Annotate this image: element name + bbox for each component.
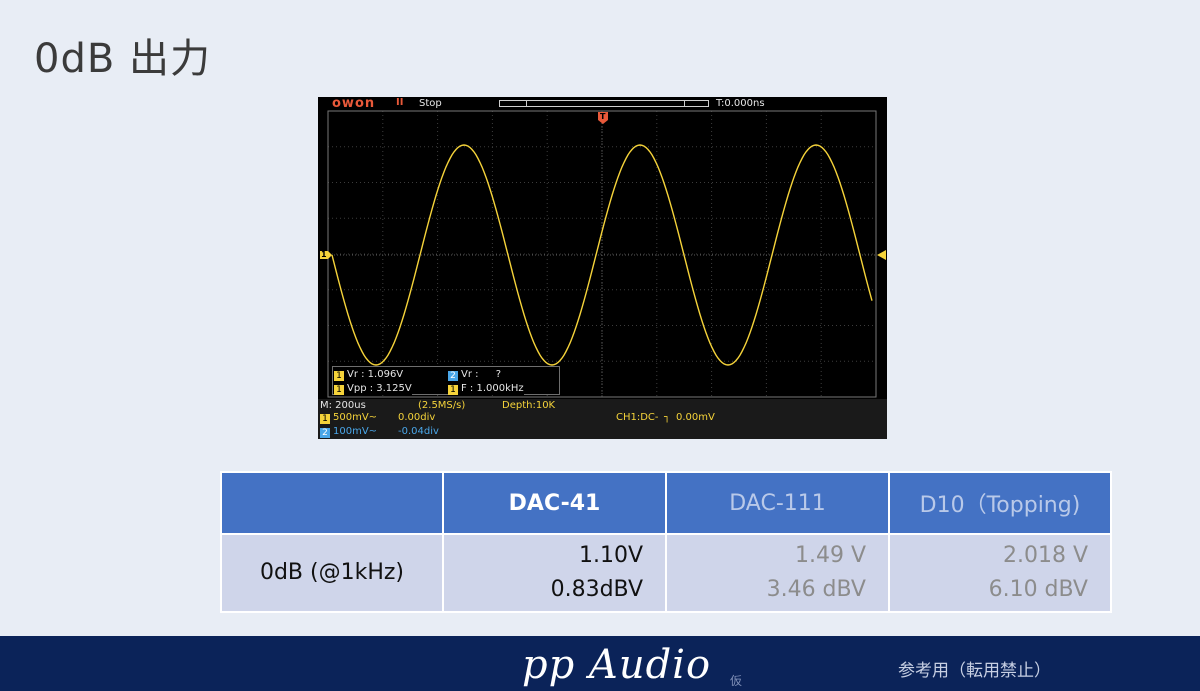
scope-header: owon II Stop T:0.000ns [318, 97, 887, 111]
trigger-level-marker [877, 250, 886, 260]
owon-logo: owon [332, 97, 376, 111]
trigger-marker-label: T [600, 112, 606, 121]
ch1-badge: 1 [334, 385, 344, 395]
table-row: 0dB (@1kHz) 1.10V 0.83dBV 1.49 V 3.46 dBV … [220, 533, 1112, 613]
brand-logo: pp Audio [522, 642, 712, 688]
row-label: 0dB (@1kHz) [220, 533, 444, 613]
memory-position-bar [499, 100, 709, 107]
ch1-offset: 0.00div [398, 412, 436, 423]
footer-sub-mark: 仮 [730, 674, 743, 688]
ch1-marker-label: 1 [321, 250, 327, 259]
oscilloscope-screen: owon II Stop T:0.000ns T 1 1 Vr : 1.096V … [318, 97, 887, 439]
output-comparison-table: DAC-41 DAC-111 D10（Topping) 0dB (@1kHz) … [220, 471, 1112, 613]
sample-rate: (2.5MS/s) [418, 400, 466, 411]
ch1-vpp-measure: 1 Vpp : 3.125V [334, 383, 412, 395]
pause-icon: II [396, 97, 404, 108]
trigger-time: T:0.000ns [716, 98, 765, 109]
table-header-dac41: DAC-41 [442, 471, 667, 535]
ch2-vr-measure: 2 Vr : ? [448, 369, 501, 381]
table-header-d10: D10（Topping) [888, 471, 1112, 535]
ch1-badge: 1 [320, 414, 330, 424]
usage-note: 参考用（転用禁止） [898, 661, 1051, 681]
trigger-info: CH1:DC- [616, 412, 659, 423]
table-cell-d10: 2.018 V 6.10 dBV [888, 533, 1112, 613]
table-cell-dac41: 1.10V 0.83dBV [442, 533, 667, 613]
table-header-dac111: DAC-111 [665, 471, 890, 535]
ch2-badge: 2 [448, 371, 458, 381]
footer-bar: pp Audio 仮 参考用（転用禁止） [0, 636, 1200, 691]
ch1-scale: 1 500mV~ [320, 412, 377, 424]
table-cell-dac111: 1.49 V 3.46 dBV [665, 533, 890, 613]
timebase: M: 200us [320, 400, 366, 411]
ch2-scale: 2 100mV~ [320, 426, 377, 438]
ch1-vr-measure: 1 Vr : 1.096V [334, 369, 404, 381]
ch1-badge: 1 [334, 371, 344, 381]
ch1-freq-measure: 1F : 1.000kHz [448, 383, 524, 395]
memory-depth: Depth:10K [502, 400, 556, 411]
trigger-edge-icon: ┐ [664, 412, 671, 423]
table-header-empty [220, 471, 444, 535]
table-header-row: DAC-41 DAC-111 D10（Topping) [220, 471, 1112, 535]
trigger-level: 0.00mV [676, 412, 715, 423]
ch1-badge: 1 [448, 385, 458, 395]
ch2-badge: 2 [320, 428, 330, 438]
slide-title: 0dB 出力 [34, 36, 211, 82]
scope-status-bar: M: 200us (2.5MS/s) Depth:10K 1 500mV~ 0.0… [318, 399, 887, 439]
run-status: Stop [419, 98, 442, 109]
ch2-offset: -0.04div [398, 426, 439, 437]
